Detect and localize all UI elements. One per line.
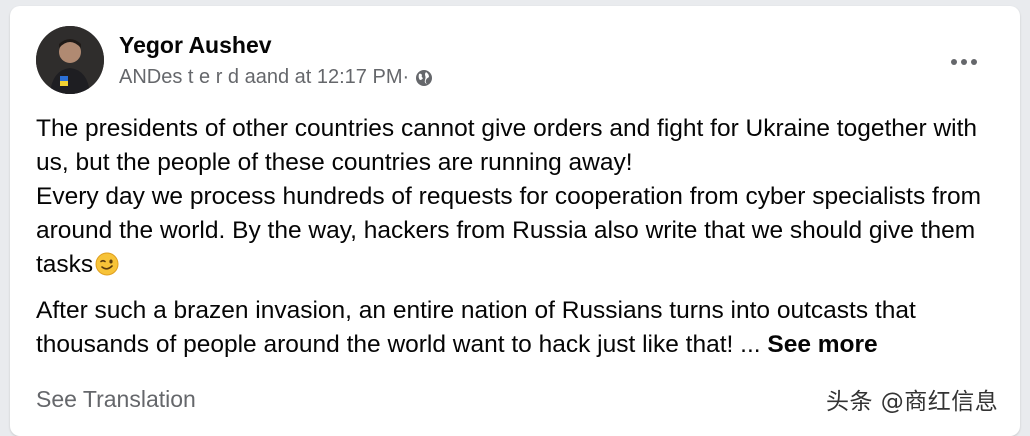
avatar-photo-icon (36, 26, 104, 94)
see-more-link[interactable]: See more (767, 331, 877, 358)
post-paragraph-3: After such a brazen invasion, an entire … (36, 297, 916, 358)
post-body: The presidents of other countries cannot… (36, 112, 1006, 362)
watermark: 头条 @商红信息 (826, 389, 999, 415)
globe-icon[interactable] (415, 69, 433, 87)
post-meta: ANDes t e r d aand at 12:17 PM· (119, 66, 433, 89)
post-paragraph-1: The presidents of other countries cannot… (36, 115, 978, 176)
post-paragraph-2: Every day we process hundreds of request… (36, 183, 982, 278)
post-timestamp[interactable]: ANDes t e r d aand at 12:17 PM· (119, 66, 409, 89)
author-name[interactable]: Yegor Aushev (119, 32, 272, 59)
author-avatar[interactable] (36, 26, 104, 94)
see-translation-link[interactable]: See Translation (36, 386, 196, 413)
post-card: Yegor Aushev ANDes t e r d aand at 12:17… (10, 6, 1020, 436)
more-options-button[interactable] (946, 44, 982, 80)
winking-face-icon (95, 252, 119, 276)
more-horizontal-icon (951, 59, 957, 65)
